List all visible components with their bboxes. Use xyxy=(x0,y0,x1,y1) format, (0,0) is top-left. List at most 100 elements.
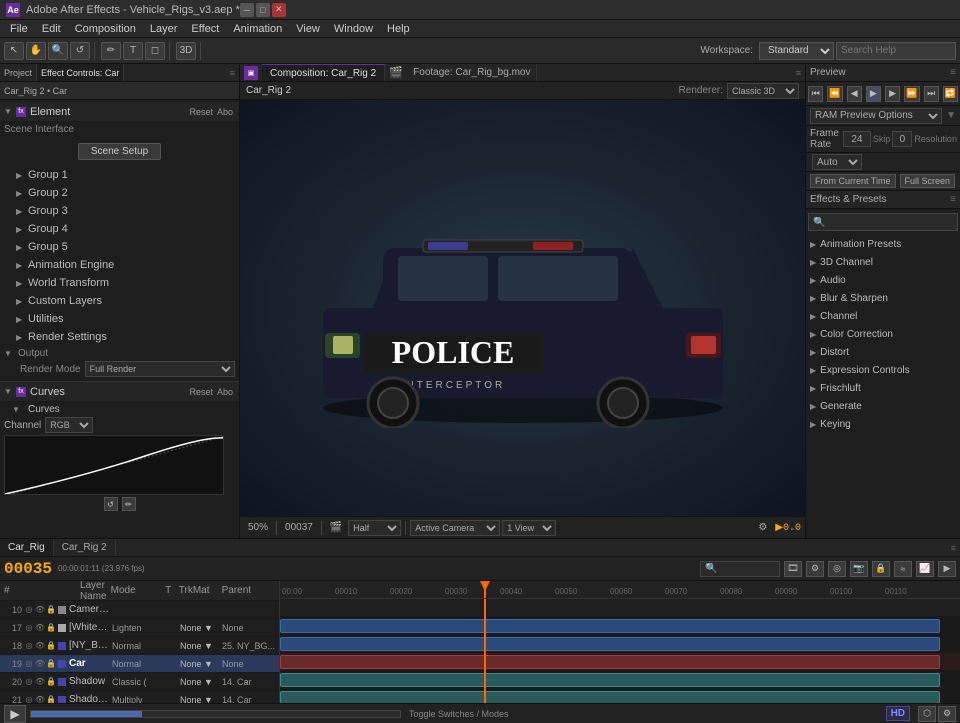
tl-tab-car-rig-2[interactable]: Car_Rig 2 xyxy=(54,539,116,556)
tool-hand[interactable]: ✋ xyxy=(26,42,46,60)
menu-layer[interactable]: Layer xyxy=(144,20,184,37)
frame-display[interactable]: 00037 xyxy=(281,522,317,533)
curves-about[interactable]: Abo xyxy=(215,387,235,397)
ep-channel[interactable]: ▶ Channel xyxy=(806,307,960,325)
tl-tracks-area[interactable]: 00:00 00010 00020 00030 00040 00050 0006… xyxy=(280,581,960,703)
layer-vis-20[interactable]: 👁 xyxy=(35,677,45,687)
curves-reset[interactable]: Reset xyxy=(187,387,215,397)
element-about[interactable]: Abo xyxy=(215,107,235,117)
prev-last-btn[interactable]: ⏭ xyxy=(924,86,939,102)
tl-motion-blur-btn[interactable]: ≈ xyxy=(894,561,912,577)
ep-search-input[interactable] xyxy=(808,213,958,231)
layer-lock-17[interactable]: 🔒 xyxy=(46,623,56,633)
ram-menu-btn[interactable]: ▼ xyxy=(946,110,956,121)
comp-tab-car-rig[interactable]: Composition: Car_Rig 2 xyxy=(262,64,385,81)
menu-window[interactable]: Window xyxy=(328,20,379,37)
tl-graph-btn[interactable]: 📈 xyxy=(916,561,934,577)
element-reset[interactable]: Reset xyxy=(187,107,215,117)
menu-file[interactable]: File xyxy=(4,20,34,37)
layer-solo-18[interactable]: ◎ xyxy=(24,641,34,651)
workspace-select[interactable]: Standard All Panels Animation xyxy=(759,42,834,60)
tool-text[interactable]: T xyxy=(123,42,143,60)
view-count-select[interactable]: 1 View 2 Views xyxy=(502,520,556,536)
ep-animation-presets[interactable]: ▶ Animation Presets xyxy=(806,235,960,253)
tl-lock-btn[interactable]: 🔒 xyxy=(872,561,890,577)
layer-row-18[interactable]: 18 ◎ 👁 🔒 [NY_BG.jpg] Normal None ▼ 25. N… xyxy=(0,637,279,655)
tl-tab-car-rig[interactable]: Car_Rig xyxy=(0,539,54,556)
play-button[interactable]: ▶ xyxy=(4,705,26,723)
close-button[interactable]: ✕ xyxy=(272,3,286,17)
curves-canvas[interactable] xyxy=(4,435,224,495)
curves-pencil-btn[interactable]: ✏ xyxy=(122,497,136,511)
channel-select[interactable]: RGB Red Green Blue xyxy=(45,417,93,433)
curves-header[interactable]: ▼ fx Curves Reset Abo xyxy=(0,382,239,402)
group1-item[interactable]: ▶ Group 1 xyxy=(0,166,239,184)
tl-settings-btn[interactable]: ⚙ xyxy=(806,561,824,577)
resolution-select[interactable]: Auto Full Half Quarter xyxy=(812,154,862,170)
menu-edit[interactable]: Edit xyxy=(36,20,67,37)
menu-help[interactable]: Help xyxy=(381,20,416,37)
utilities-item[interactable]: ▶ Utilities xyxy=(0,310,239,328)
layer-lock-19[interactable]: 🔒 xyxy=(46,659,56,669)
render-mode-select[interactable]: Full Render xyxy=(85,361,235,377)
comp-settings-btn[interactable]: ⚙ xyxy=(938,706,956,722)
prev-loop-btn[interactable]: 🔁 xyxy=(943,86,958,102)
footage-tab[interactable]: Footage: Car_Rig_bg.mov xyxy=(407,64,537,81)
group5-item[interactable]: ▶ Group 5 xyxy=(0,238,239,256)
prev-prev-frame-btn[interactable]: ◀ xyxy=(847,86,862,102)
minimize-button[interactable]: ─ xyxy=(240,3,254,17)
group3-item[interactable]: ▶ Group 3 xyxy=(0,202,239,220)
quality-btn[interactable]: 🎬 xyxy=(326,522,346,533)
animation-engine-item[interactable]: ▶ Animation Engine xyxy=(0,256,239,274)
ep-audio[interactable]: ▶ Audio xyxy=(806,271,960,289)
group2-item[interactable]: ▶ Group 2 xyxy=(0,184,239,202)
tl-render-btn[interactable]: ▶ xyxy=(938,561,956,577)
ep-keying[interactable]: ▶ Keying xyxy=(806,415,960,433)
tool-rotate[interactable]: ↺ xyxy=(70,42,90,60)
layer-vis-19[interactable]: 👁 xyxy=(35,659,45,669)
panel-menu-btn[interactable]: ≡ xyxy=(792,68,805,78)
preview-menu-btn[interactable]: ≡ xyxy=(950,67,956,78)
tl-camera-btn[interactable]: 📷 xyxy=(850,561,868,577)
tool-3d[interactable]: 3D xyxy=(176,42,196,60)
comp-viewport[interactable]: POLICE INTERCEPTOR xyxy=(240,100,805,516)
ep-blur-sharpen[interactable]: ▶ Blur & Sharpen xyxy=(806,289,960,307)
prev-back-btn[interactable]: ⏪ xyxy=(827,86,842,102)
scene-setup-button[interactable]: Scene Setup xyxy=(78,143,161,160)
render-settings-item[interactable]: ▶ Render Settings xyxy=(0,328,239,346)
layer-vis-21[interactable]: 👁 xyxy=(35,695,45,704)
tl-menu-btn[interactable]: ≡ xyxy=(947,543,960,553)
view-select[interactable]: Active Camera Camera 1 xyxy=(410,520,500,536)
menu-animation[interactable]: Animation xyxy=(227,20,288,37)
from-current-btn[interactable]: From Current Time xyxy=(810,174,896,188)
ep-menu-btn[interactable]: ≡ xyxy=(950,194,956,205)
layer-lock-10[interactable]: 🔒 xyxy=(46,605,56,615)
curves-reset-btn[interactable]: ↺ xyxy=(104,497,118,511)
ep-3d-channel[interactable]: ▶ 3D Channel xyxy=(806,253,960,271)
layer-solo-19[interactable]: ◎ xyxy=(24,659,34,669)
layer-solo-10[interactable]: ◎ xyxy=(24,605,34,615)
layer-row-17[interactable]: 17 ◎ 👁 🔒 [White Solid 1] Lighten None ▼ … xyxy=(0,619,279,637)
layer-lock-18[interactable]: 🔒 xyxy=(46,641,56,651)
layer-lock-20[interactable]: 🔒 xyxy=(46,677,56,687)
ep-frischluft[interactable]: ▶ Frischluft xyxy=(806,379,960,397)
layer-solo-20[interactable]: ◎ xyxy=(24,677,34,687)
search-input[interactable] xyxy=(836,42,956,60)
ep-color-correction[interactable]: ▶ Color Correction xyxy=(806,325,960,343)
layer-vis-18[interactable]: 👁 xyxy=(35,641,45,651)
layer-row-19[interactable]: 19 ◎ 👁 🔒 Car Normal None ▼ None xyxy=(0,655,279,673)
effects-tab[interactable]: Effect Controls: Car xyxy=(37,64,124,81)
zoom-display[interactable]: 50% xyxy=(244,522,272,533)
prev-first-btn[interactable]: ⏮ xyxy=(808,86,823,102)
tool-shape[interactable]: ◻ xyxy=(145,42,165,60)
layer-vis-17[interactable]: 👁 xyxy=(35,623,45,633)
menu-effect[interactable]: Effect xyxy=(185,20,225,37)
menu-view[interactable]: View xyxy=(290,20,326,37)
tl-search-input[interactable] xyxy=(700,561,780,577)
layer-row-21[interactable]: 21 ◎ 👁 🔒 Shadow 2 Multiply None ▼ 14. Ca… xyxy=(0,691,279,703)
project-tab[interactable]: Project xyxy=(0,64,37,81)
tl-solo-btn[interactable]: ◎ xyxy=(828,561,846,577)
ep-distort[interactable]: ▶ Distort xyxy=(806,343,960,361)
layer-row-20[interactable]: 20 ◎ 👁 🔒 Shadow Classic ( None ▼ 14. Car xyxy=(0,673,279,691)
menu-composition[interactable]: Composition xyxy=(69,20,142,37)
